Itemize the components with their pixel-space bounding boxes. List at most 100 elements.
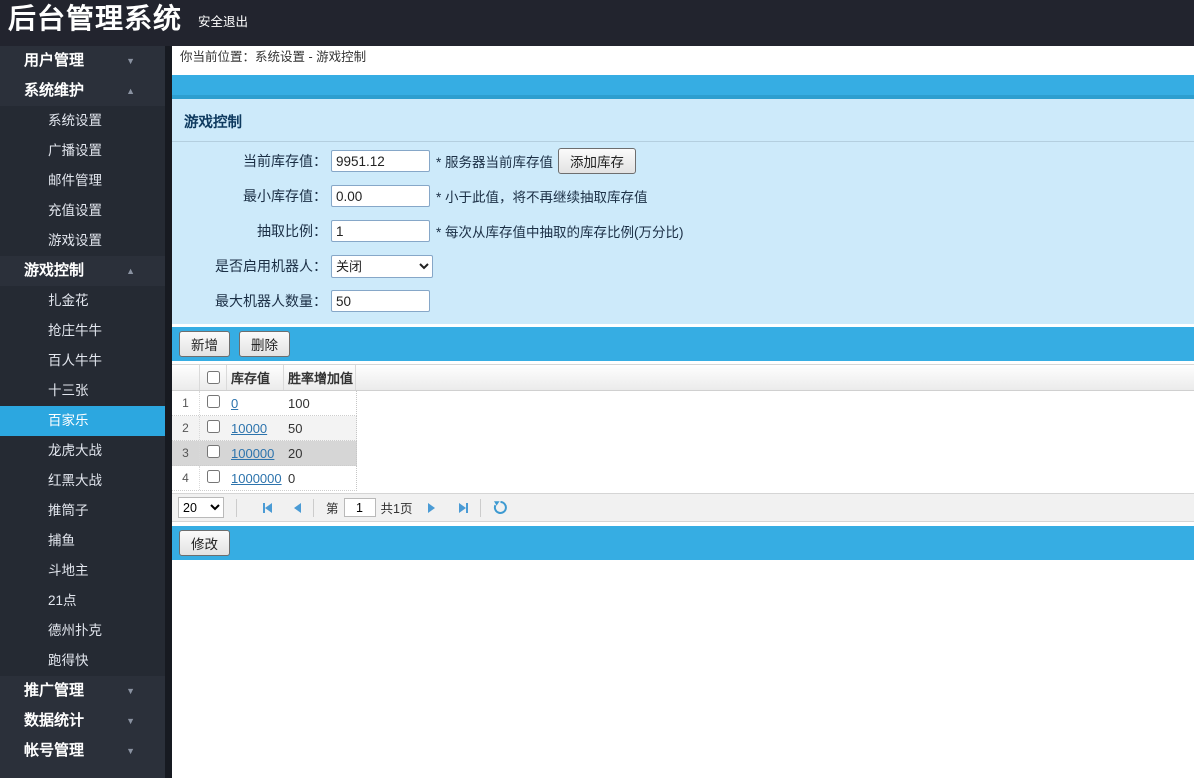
page-size-select[interactable]: 20 (178, 497, 224, 518)
topbar: 后台管理系统 安全退出 (0, 0, 1194, 46)
stock-value-link[interactable]: 100000 (231, 446, 274, 461)
row-checkbox[interactable] (207, 420, 220, 433)
pager-separator (313, 498, 314, 517)
table-row: 3 100000 20 (172, 441, 357, 466)
select-all-checkbox[interactable] (206, 371, 220, 384)
grid-header-checkbox-cell (200, 365, 227, 390)
sidebar-item-paodekuai[interactable]: 跑得快 (0, 646, 165, 676)
sidebar-item-user-management[interactable]: 用户管理 ▼ (0, 46, 165, 76)
first-page-icon[interactable] (263, 502, 272, 513)
chevron-up-icon: ▲ (126, 86, 135, 96)
grid-header-filler (356, 365, 1194, 390)
sidebar-item-system-settings[interactable]: 系统设置 (0, 106, 165, 136)
sidebar-item-baijiale-active[interactable]: 百家乐 (0, 406, 165, 436)
sidebar-item-longhudazhan[interactable]: 龙虎大战 (0, 436, 165, 466)
sidebar-item-recharge-settings[interactable]: 充值设置 (0, 196, 165, 226)
sidebar-item-tuitongzi[interactable]: 推筒子 (0, 496, 165, 526)
stock-value-link[interactable]: 0 (231, 396, 238, 411)
row-index: 2 (172, 416, 200, 440)
content-area: 你当前位置：系统设置 - 游戏控制 游戏控制 当前库存值： * 服务器当前库存值… (172, 46, 1194, 778)
sidebar-item-buyu[interactable]: 捕鱼 (0, 526, 165, 556)
section-header-bar (172, 75, 1194, 99)
max-robot-input[interactable] (331, 290, 430, 312)
sidebar-item-game-settings[interactable]: 游戏设置 (0, 226, 165, 256)
grid-header: 库存值 胜率增加值 (172, 364, 1194, 391)
sidebar-item-broadcast-settings[interactable]: 广播设置 (0, 136, 165, 166)
sidebar-item-account-management[interactable]: 帐号管理 ▼ (0, 736, 165, 766)
row-checkbox[interactable] (207, 395, 220, 408)
breadcrumb: 你当前位置：系统设置 - 游戏控制 (172, 46, 1194, 69)
game-control-form: 当前库存值： * 服务器当前库存值 添加库存 最小库存值： * 小于此值，将不再… (172, 142, 1194, 312)
refresh-icon[interactable] (493, 500, 508, 515)
next-page-icon[interactable] (428, 502, 436, 513)
win-rate-add-value: 100 (288, 395, 310, 411)
chevron-down-icon: ▼ (126, 746, 135, 756)
grid-header-win-rate-add: 胜率增加值 (284, 365, 356, 390)
add-stock-button[interactable]: 添加库存 (558, 148, 637, 174)
system-maintenance-submenu: 系统设置 广播设置 邮件管理 充值设置 游戏设置 (0, 106, 165, 256)
robot-enable-row: 是否启用机器人： 关闭 (172, 254, 1194, 278)
footer-action-bar: 修改 (172, 526, 1194, 560)
sidebar-item-promotion-management[interactable]: 推广管理 ▼ (0, 676, 165, 706)
stock-value-link[interactable]: 10000 (231, 421, 267, 436)
max-robot-row: 最大机器人数量： (172, 290, 1194, 312)
sidebar-item-shisanzhang[interactable]: 十三张 (0, 376, 165, 406)
table-row: 4 1000000 0 (172, 466, 357, 491)
sidebar-item-doudizhu[interactable]: 斗地主 (0, 556, 165, 586)
draw-ratio-row: 抽取比例： * 每次从库存值中抽取的库存比例(万分比) (172, 220, 1194, 242)
sidebar-item-qiangzhuangniuniu[interactable]: 抢庄牛牛 (0, 316, 165, 346)
row-index: 4 (172, 466, 200, 490)
min-stock-note: * 小于此值，将不再继续抽取库存值 (436, 190, 648, 205)
delete-row-button[interactable]: 删除 (239, 331, 290, 357)
page-total-label: 共1页 (380, 502, 413, 516)
sidebar: 用户管理 ▼ 系统维护 ▲ 系统设置 广播设置 邮件管理 充值设置 游戏设置 游… (0, 46, 165, 778)
sidebar-item-dezhoupuke[interactable]: 德州扑克 (0, 616, 165, 646)
current-stock-row: 当前库存值： * 服务器当前库存值 添加库存 (172, 148, 1194, 174)
draw-ratio-input[interactable] (331, 220, 430, 242)
pager-bar: 20 第 共1页 (172, 493, 1194, 522)
robot-enable-select[interactable]: 关闭 (331, 254, 433, 278)
page-prefix-label: 第 (326, 502, 339, 516)
row-checkbox[interactable] (207, 470, 220, 483)
sidebar-item-bairenniuniu[interactable]: 百人牛牛 (0, 346, 165, 376)
sidebar-item-21dian[interactable]: 21点 (0, 586, 165, 616)
game-control-panel: 游戏控制 当前库存值： * 服务器当前库存值 添加库存 最小库存值： * 小于此… (172, 99, 1194, 324)
chevron-down-icon: ▼ (126, 686, 135, 696)
row-checkbox[interactable] (207, 445, 220, 458)
draw-ratio-note: * 每次从库存值中抽取的库存比例(万分比) (436, 225, 684, 240)
row-index: 3 (172, 441, 200, 465)
chevron-down-icon: ▼ (126, 56, 135, 66)
sidebar-item-data-statistics[interactable]: 数据统计 ▼ (0, 706, 165, 736)
grid-header-index (172, 365, 200, 390)
prev-page-icon[interactable] (294, 502, 301, 513)
pager-separator (480, 498, 482, 517)
grid-header-stock-value: 库存值 (227, 365, 284, 390)
game-control-submenu: 扎金花 抢庄牛牛 百人牛牛 十三张 百家乐 龙虎大战 红黑大战 推筒子 捕鱼 斗… (0, 286, 165, 676)
add-row-button[interactable]: 新增 (179, 331, 230, 357)
logout-link[interactable]: 安全退出 (198, 11, 248, 30)
stock-value-link[interactable]: 1000000 (231, 471, 282, 486)
page-number-input[interactable] (343, 498, 376, 517)
current-stock-input[interactable] (331, 150, 430, 172)
sidebar-item-zhajinhua[interactable]: 扎金花 (0, 286, 165, 316)
sidebar-item-hongheidazhan[interactable]: 红黑大战 (0, 466, 165, 496)
chevron-down-icon: ▼ (126, 716, 135, 726)
sidebar-item-game-control[interactable]: 游戏控制 ▲ (0, 256, 165, 286)
robot-enable-label: 是否启用机器人： (215, 258, 327, 274)
win-rate-add-value: 20 (288, 445, 303, 461)
max-robot-label: 最大机器人数量： (215, 293, 327, 309)
row-index: 1 (172, 391, 200, 415)
draw-ratio-label: 抽取比例： (257, 223, 327, 239)
sidebar-item-mail-management[interactable]: 邮件管理 (0, 166, 165, 196)
sidebar-item-system-maintenance[interactable]: 系统维护 ▲ (0, 76, 165, 106)
current-stock-label: 当前库存值： (243, 153, 327, 169)
min-stock-label: 最小库存值： (243, 188, 327, 204)
modify-button[interactable]: 修改 (179, 530, 230, 556)
table-row: 2 10000 50 (172, 416, 357, 441)
min-stock-input[interactable] (331, 185, 430, 207)
page-title: 游戏控制 (184, 115, 242, 131)
pager-separator (236, 498, 237, 517)
last-page-icon[interactable] (459, 502, 469, 513)
table-row: 1 0 100 (172, 391, 357, 416)
sidebar-divider (165, 46, 172, 778)
